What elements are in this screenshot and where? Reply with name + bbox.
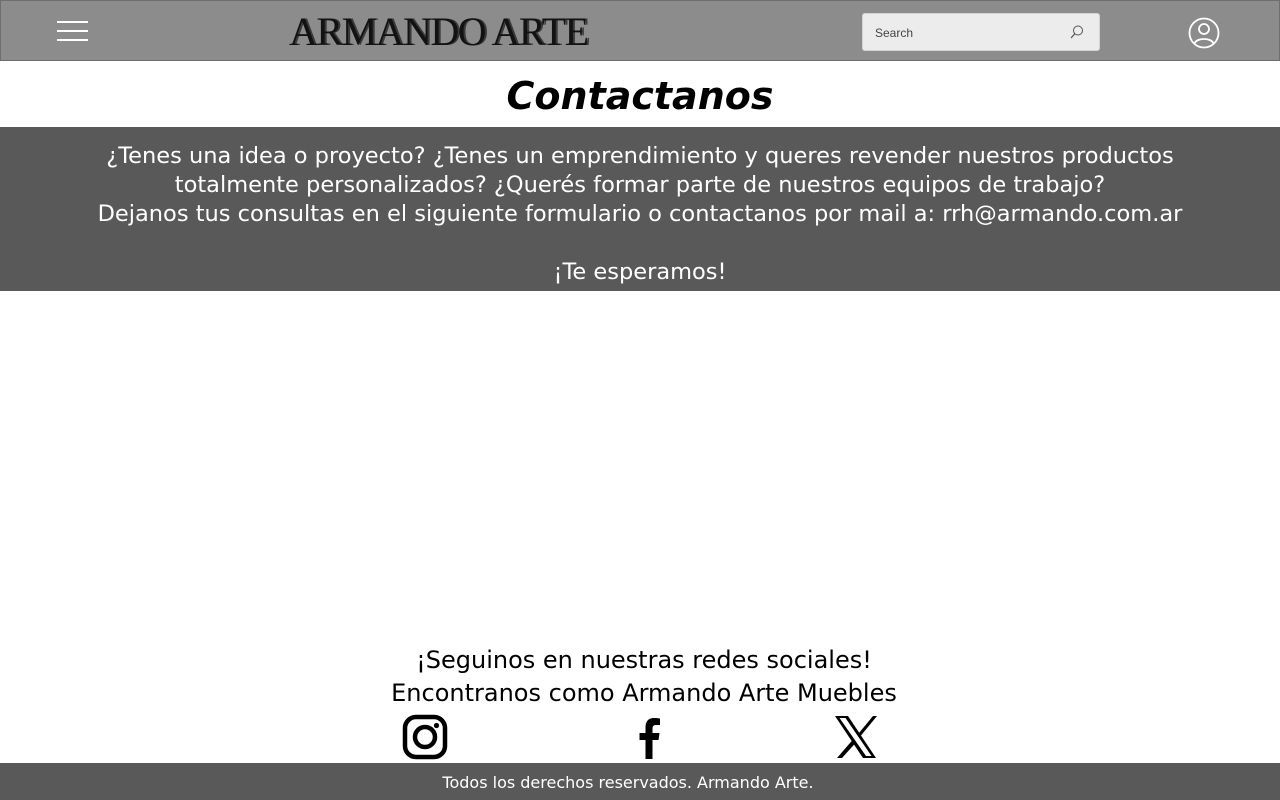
user-account-icon[interactable] bbox=[1187, 16, 1221, 50]
page-title: Contactanos bbox=[506, 74, 774, 118]
banner-text-line: ¡Te esperamos! bbox=[553, 259, 727, 285]
search-box bbox=[862, 13, 1100, 51]
contact-banner: ¿Tenes una idea o proyecto? ¿Tenes un em… bbox=[0, 127, 1280, 291]
social-section-heading: ¡Seguinos en nuestras redes sociales! En… bbox=[0, 644, 1280, 710]
copyright-text: Todos los derechos reservados. Armando A… bbox=[442, 773, 814, 792]
x-twitter-icon[interactable] bbox=[832, 714, 878, 760]
menu-bar bbox=[57, 21, 88, 23]
facebook-icon[interactable] bbox=[626, 714, 672, 760]
site-footer: Todos los derechos reservados. Armando A… bbox=[0, 763, 1280, 800]
search-icon[interactable] bbox=[1069, 24, 1085, 40]
search-input[interactable] bbox=[875, 23, 1055, 43]
instagram-icon[interactable] bbox=[402, 714, 448, 760]
banner-text-line: totalmente personalizados? ¿Querés forma… bbox=[174, 172, 1106, 198]
banner-text-line: ¿Tenes una idea o proyecto? ¿Tenes un em… bbox=[106, 143, 1174, 169]
banner-text-line: Dejanos tus consultas en el siguiente fo… bbox=[97, 201, 1183, 227]
hamburger-menu-icon[interactable] bbox=[57, 20, 88, 42]
social-heading-line: ¡Seguinos en nuestras redes sociales! bbox=[416, 646, 872, 674]
social-heading-line: Encontranos como Armando Arte Muebles bbox=[391, 679, 897, 707]
site-header: ARMANDO ARTE bbox=[0, 0, 1280, 61]
site-logo[interactable]: ARMANDO ARTE bbox=[289, 9, 609, 55]
banner-spacer bbox=[0, 229, 1280, 258]
menu-bar bbox=[57, 30, 88, 32]
menu-bar bbox=[57, 39, 88, 41]
